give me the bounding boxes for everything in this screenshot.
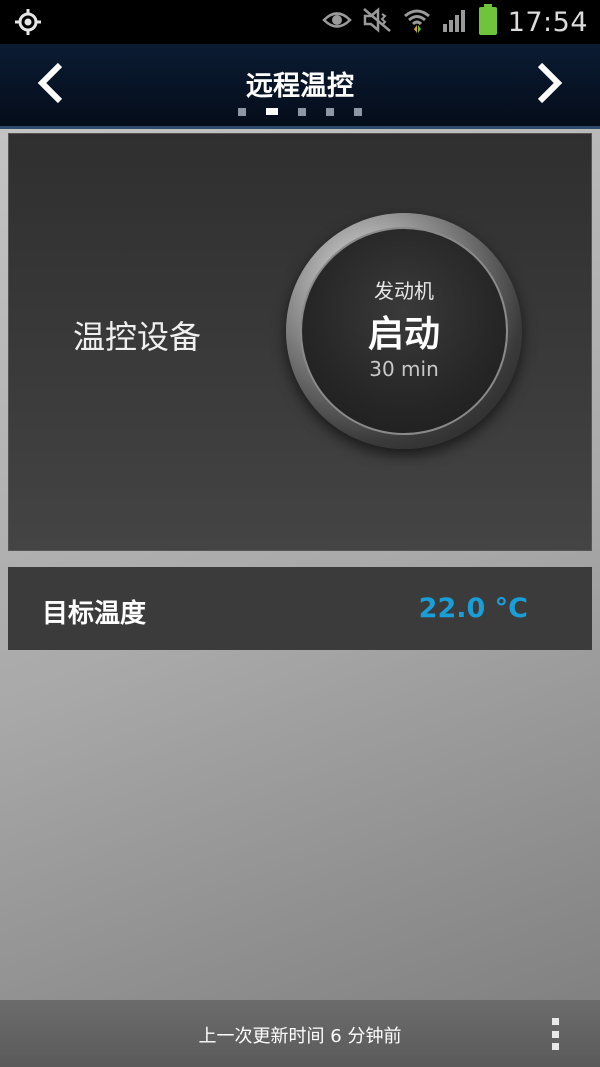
chevron-right-icon [537, 62, 563, 104]
eye-icon [321, 9, 352, 35]
device-label: 温控设备 [73, 318, 202, 356]
last-update-text: 上一次更新时间 6 分钟前 [198, 1026, 402, 1047]
wifi-icon [402, 7, 432, 37]
status-bar: 17:54 [0, 0, 600, 44]
device-panel: 温控设备 发动机 启动 30 min [8, 133, 592, 551]
header: 远程温控 [0, 44, 600, 129]
target-temperature-value: 22.0 °C [418, 593, 528, 624]
target-temperature-row[interactable]: 目标温度 22.0 °C [8, 567, 592, 650]
signal-icon [442, 8, 468, 36]
overflow-menu-icon[interactable] [548, 1018, 562, 1050]
engine-start-button[interactable]: 发动机 启动 30 min [286, 213, 522, 449]
engine-action-label: 启动 [367, 314, 440, 355]
target-temperature-label: 目标温度 [42, 599, 147, 629]
page-dot [238, 108, 246, 116]
page-dot-active [266, 108, 278, 115]
clock: 17:54 [507, 6, 588, 38]
mute-icon [362, 7, 392, 37]
page-dot [298, 108, 306, 116]
bottom-bar: 上一次更新时间 6 分钟前 [0, 1000, 600, 1067]
engine-duration: 30 min [369, 357, 439, 381]
next-page-button[interactable] [530, 58, 570, 108]
page-indicator [0, 108, 600, 116]
battery-icon [478, 4, 498, 40]
page-title: 远程温控 [246, 71, 354, 102]
page-dot [326, 108, 334, 116]
page-dot [354, 108, 362, 116]
gps-icon [14, 8, 42, 40]
engine-label: 发动机 [374, 279, 434, 303]
